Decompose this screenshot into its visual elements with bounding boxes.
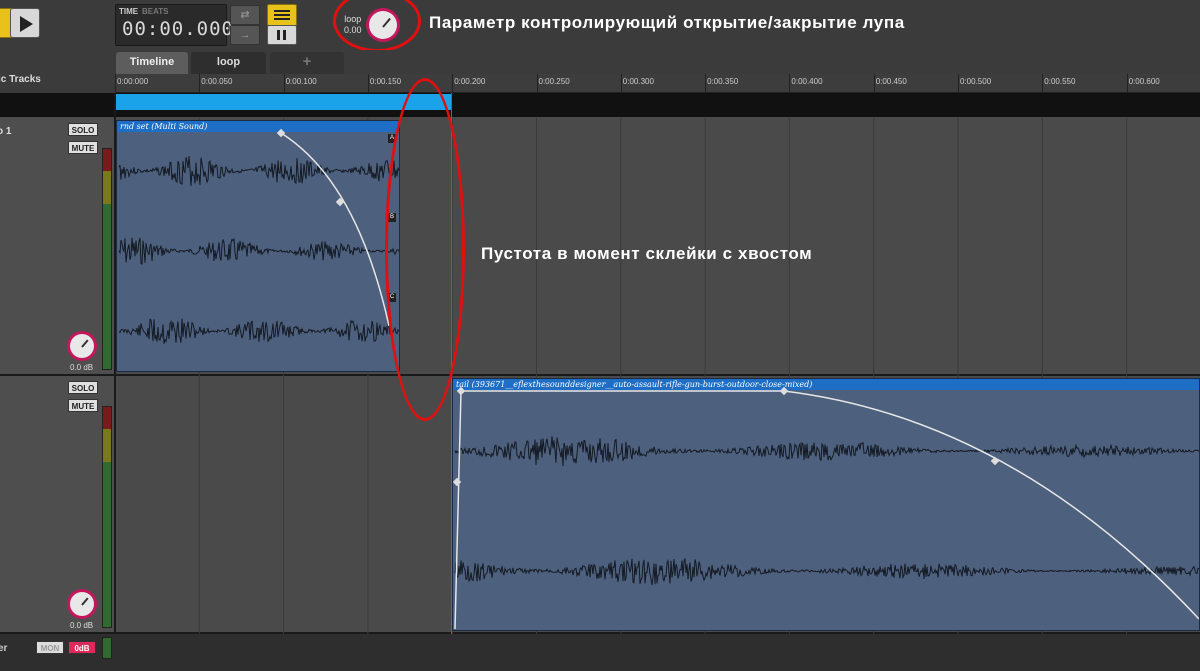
- monitor-button[interactable]: MON: [36, 641, 64, 654]
- clip-tail[interactable]: tail (393671__eflexthesounddesigner__aut…: [452, 378, 1200, 631]
- annotation-text-middle: Пустота в момент склейки с хвостом: [481, 244, 813, 263]
- zero-db-button[interactable]: 0dB: [68, 641, 96, 654]
- master-row: [0, 634, 1200, 671]
- annotation-ellipse: [385, 78, 465, 421]
- master-name: er: [0, 643, 8, 654]
- master-meter: [102, 637, 112, 659]
- waveform: [453, 386, 1199, 630]
- clip-rnd-set[interactable]: rnd set (Multi Sound): [116, 120, 400, 372]
- waveform: [118, 128, 399, 344]
